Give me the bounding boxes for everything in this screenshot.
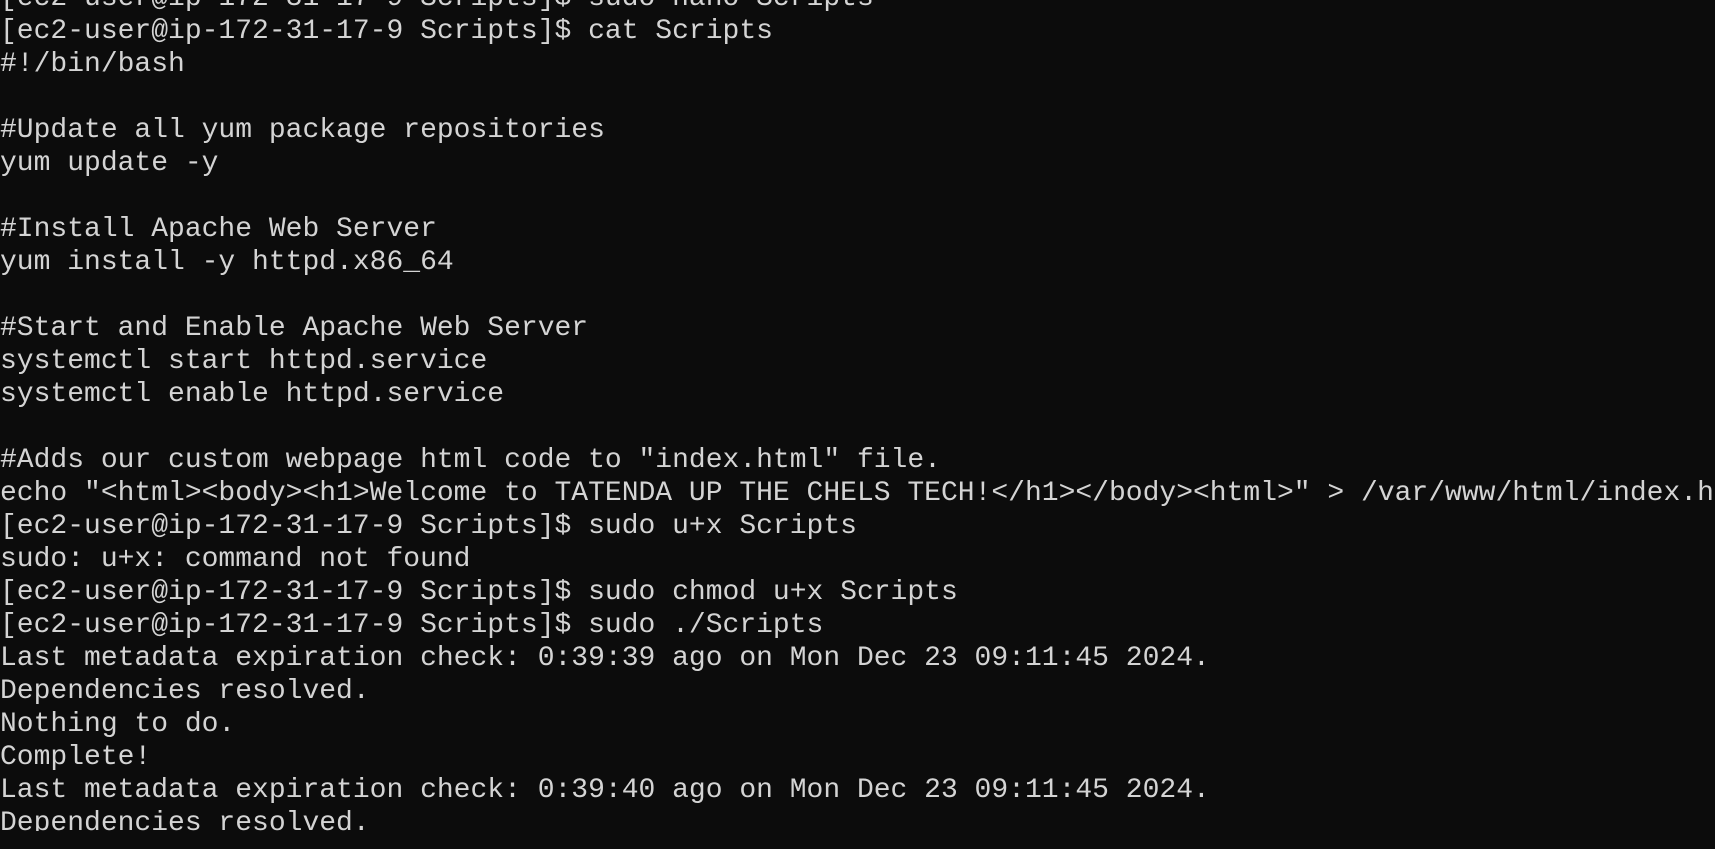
terminal-line: systemctl enable httpd.service <box>0 379 505 410</box>
terminal-line: #Install Apache Web Server <box>0 214 437 245</box>
terminal-line: Nothing to do. <box>0 709 236 740</box>
terminal-line: Dependencies resolved. <box>0 676 370 707</box>
terminal-line: sudo: u+x: command not found <box>0 544 471 575</box>
terminal-line: yum install -y httpd.x86_64 <box>0 247 454 278</box>
terminal-line: #Update all yum package repositories <box>0 115 605 146</box>
terminal-line: echo "<html><body><h1>Welcome to TATENDA… <box>0 478 1715 509</box>
terminal-line: [ec2-user@ip-172-31-17-9 Scripts]$ sudo … <box>0 610 824 641</box>
terminal-line: #!/bin/bash <box>0 49 185 80</box>
terminal-line: Complete! <box>0 742 152 773</box>
terminal-line: systemctl start httpd.service <box>0 346 488 377</box>
terminal-line: Last metadata expiration check: 0:39:40 … <box>0 775 1210 806</box>
terminal-line: [ec2-user@ip-172-31-17-9 Scripts]$ cat S… <box>0 16 773 47</box>
terminal-line: Dependencies resolved. <box>0 808 370 831</box>
terminal-line: #Start and Enable Apache Web Server <box>0 313 589 344</box>
terminal-line: #Adds our custom webpage html code to "i… <box>0 445 941 476</box>
terminal-window[interactable]: [ec2-user@ip-172-31-17-9 Scripts]$ sudo … <box>0 0 1715 831</box>
terminal-line: [ec2-user@ip-172-31-17-9 Scripts]$ sudo … <box>0 0 1715 15</box>
terminal-line: yum update -y <box>0 148 219 179</box>
terminal-line: [ec2-user@ip-172-31-17-9 Scripts]$ sudo … <box>0 511 857 542</box>
terminal-line: Last metadata expiration check: 0:39:39 … <box>0 643 1210 674</box>
terminal-line: [ec2-user@ip-172-31-17-9 Scripts]$ sudo … <box>0 577 958 608</box>
